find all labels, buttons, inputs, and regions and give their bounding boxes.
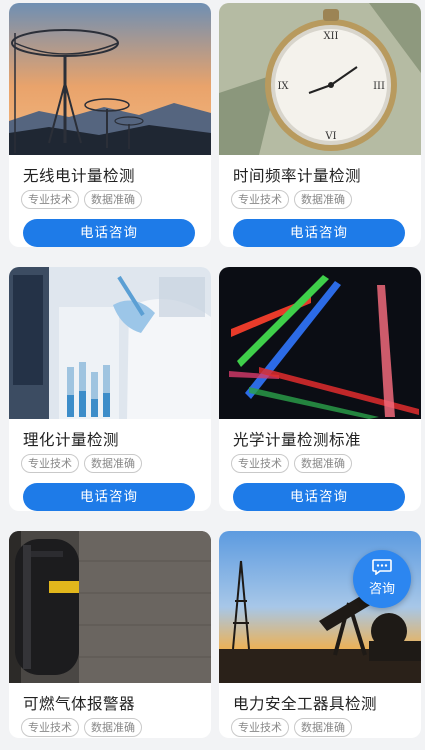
consult-fab-button[interactable]: 咨询 [353, 550, 411, 608]
tag-badge: 专业技术 [231, 718, 289, 737]
card-title: 电力安全工器具检测 [233, 695, 378, 713]
card-title: 时间频率计量检测 [233, 167, 362, 185]
phone-consult-button[interactable]: 电话咨询 [233, 483, 405, 511]
tag-badge: 数据准确 [84, 718, 142, 737]
service-card[interactable]: 可燃气体报警器 专业技术 数据准确 [9, 531, 211, 738]
service-card[interactable]: 无线电计量检测 专业技术 数据准确 电话咨询 [9, 3, 211, 247]
tag-badge: 数据准确 [294, 718, 352, 737]
card-image-pocket-watch: XII III VI IX [219, 3, 421, 155]
tag-badge: 数据准确 [84, 190, 142, 209]
card-image-gas-cylinder [9, 531, 211, 683]
card-tags: 专业技术 数据准确 [231, 190, 421, 210]
tag-badge: 数据准确 [294, 454, 352, 473]
fab-label: 咨询 [368, 582, 395, 597]
card-title: 理化计量检测 [23, 431, 120, 449]
svg-text:III: III [373, 81, 385, 92]
svg-text:VI: VI [324, 131, 336, 142]
tag-badge: 数据准确 [294, 190, 352, 209]
tag-badge: 专业技术 [231, 454, 289, 473]
tag-badge: 专业技术 [231, 190, 289, 209]
card-title: 无线电计量检测 [23, 167, 136, 185]
card-tags: 专业技术 数据准确 [21, 454, 211, 474]
chat-bubble-icon [372, 559, 392, 575]
card-image-lab [9, 267, 211, 419]
service-card[interactable]: 理化计量检测 专业技术 数据准确 电话咨询 [9, 267, 211, 511]
card-image-radio-telescope [9, 3, 211, 155]
card-tags: 专业技术 数据准确 [231, 454, 421, 474]
tag-badge: 数据准确 [84, 454, 142, 473]
phone-consult-button[interactable]: 电话咨询 [233, 219, 405, 247]
phone-consult-button[interactable]: 电话咨询 [23, 483, 195, 511]
card-title: 可燃气体报警器 [23, 695, 136, 713]
card-tags: 专业技术 数据准确 [21, 190, 211, 210]
card-tags: 专业技术 数据准确 [21, 718, 211, 738]
tag-badge: 专业技术 [21, 190, 79, 209]
svg-text:IX: IX [277, 81, 289, 92]
service-card[interactable]: XII III VI IX 时间频率计量检测 专业技术 数据准确 电话咨询 [219, 3, 421, 247]
svg-text:XII: XII [323, 31, 338, 42]
tag-badge: 专业技术 [21, 718, 79, 737]
card-tags: 专业技术 数据准确 [231, 718, 421, 738]
card-image-light-beams [219, 267, 421, 419]
service-card[interactable]: 光学计量检测标准 专业技术 数据准确 电话咨询 [219, 267, 421, 511]
phone-consult-button[interactable]: 电话咨询 [23, 219, 195, 247]
tag-badge: 专业技术 [21, 454, 79, 473]
card-title: 光学计量检测标准 [233, 431, 362, 449]
